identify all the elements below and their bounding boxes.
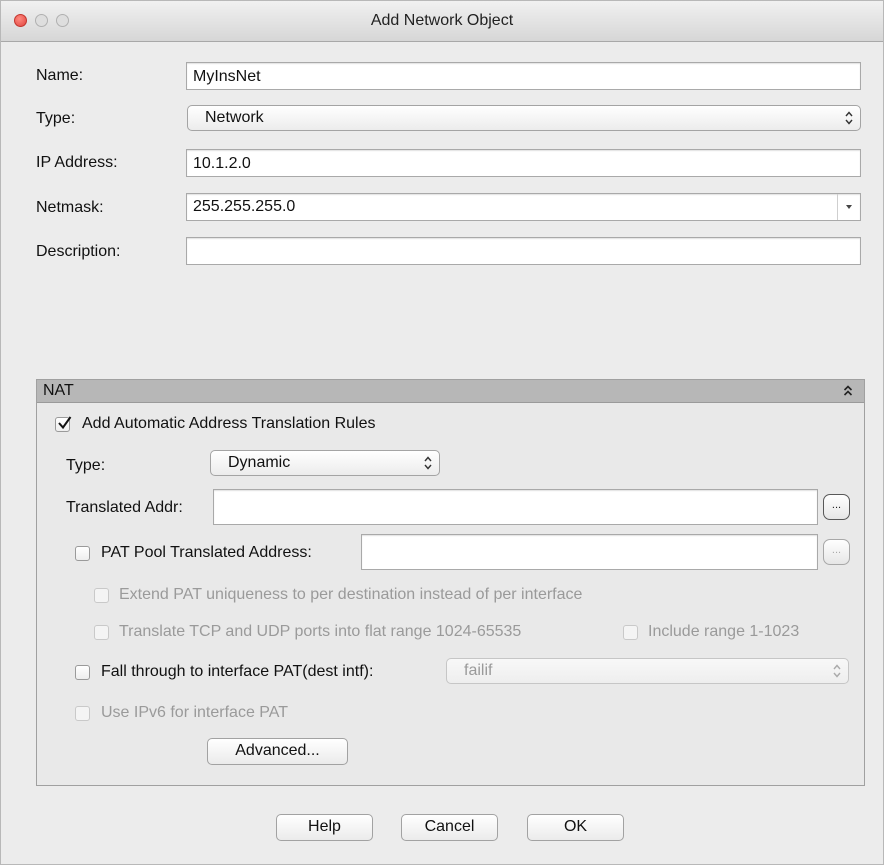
help-button[interactable]: Help bbox=[276, 814, 373, 841]
nat-type-label: Type: bbox=[66, 457, 106, 474]
collapse-chevrons-icon[interactable] bbox=[843, 384, 853, 398]
auto-rules-label: Add Automatic Address Translation Rules bbox=[82, 415, 376, 432]
name-field[interactable]: MyInsNet bbox=[186, 62, 861, 90]
pat-pool-checkbox[interactable] bbox=[75, 546, 90, 561]
netmask-label: Netmask: bbox=[36, 199, 104, 216]
netmask-combobox[interactable]: 255.255.255.0 bbox=[186, 193, 861, 221]
nat-panel: NAT Add Automatic Address Translation Ru… bbox=[36, 379, 865, 786]
type-select[interactable]: Network bbox=[187, 105, 861, 131]
translate-ports-label: Translate TCP and UDP ports into flat ra… bbox=[119, 623, 522, 640]
auto-rules-checkbox[interactable] bbox=[55, 416, 72, 432]
ipv6-checkbox[interactable] bbox=[75, 706, 90, 721]
translated-addr-field[interactable] bbox=[213, 489, 818, 525]
checkmark-icon bbox=[58, 416, 72, 430]
window-title: Add Network Object bbox=[370, 12, 514, 29]
translated-addr-label: Translated Addr: bbox=[66, 499, 183, 516]
dialog-window: Add Network Object Name: MyInsNet Type: … bbox=[0, 0, 884, 865]
include-range-checkbox[interactable] bbox=[623, 625, 638, 640]
netmask-value: 255.255.255.0 bbox=[193, 198, 296, 215]
cancel-button[interactable]: Cancel bbox=[401, 814, 498, 841]
netmask-dropdown-button[interactable] bbox=[837, 194, 860, 220]
include-range-label: Include range 1-1023 bbox=[648, 623, 800, 640]
chevron-down-icon bbox=[846, 205, 852, 209]
name-label: Name: bbox=[36, 67, 84, 84]
updown-arrows-icon bbox=[424, 456, 432, 470]
fall-through-label: Fall through to interface PAT(dest intf)… bbox=[101, 663, 374, 680]
type-label: Type: bbox=[36, 110, 76, 127]
updown-arrows-icon bbox=[833, 664, 841, 678]
translate-ports-checkbox[interactable] bbox=[94, 625, 109, 640]
nat-panel-header[interactable]: NAT bbox=[37, 380, 864, 403]
title-bar: Add Network Object bbox=[1, 1, 883, 42]
pat-pool-field[interactable] bbox=[361, 534, 818, 570]
nat-panel-title: NAT bbox=[43, 382, 74, 399]
extend-pat-checkbox[interactable] bbox=[94, 588, 109, 603]
dest-interface-value: failif bbox=[464, 662, 493, 679]
ok-button[interactable]: OK bbox=[527, 814, 624, 841]
ip-address-field[interactable]: 10.1.2.0 bbox=[186, 149, 861, 177]
advanced-button[interactable]: Advanced... bbox=[207, 738, 348, 765]
pat-pool-label: PAT Pool Translated Address: bbox=[101, 544, 312, 561]
ipv6-label: Use IPv6 for interface PAT bbox=[101, 704, 289, 721]
ip-address-label: IP Address: bbox=[36, 154, 118, 171]
pat-pool-browse-button[interactable]: ... bbox=[823, 539, 850, 565]
translated-addr-browse-button[interactable]: ... bbox=[823, 494, 850, 520]
fall-through-checkbox[interactable] bbox=[75, 665, 90, 680]
type-select-value: Network bbox=[205, 109, 264, 126]
description-field[interactable] bbox=[186, 237, 861, 265]
nat-type-select[interactable]: Dynamic bbox=[210, 450, 440, 476]
dest-interface-select[interactable]: failif bbox=[446, 658, 849, 684]
nat-type-select-value: Dynamic bbox=[228, 454, 291, 471]
description-label: Description: bbox=[36, 243, 121, 260]
updown-arrows-icon bbox=[845, 111, 853, 125]
extend-pat-label: Extend PAT uniqueness to per destination… bbox=[119, 586, 583, 603]
